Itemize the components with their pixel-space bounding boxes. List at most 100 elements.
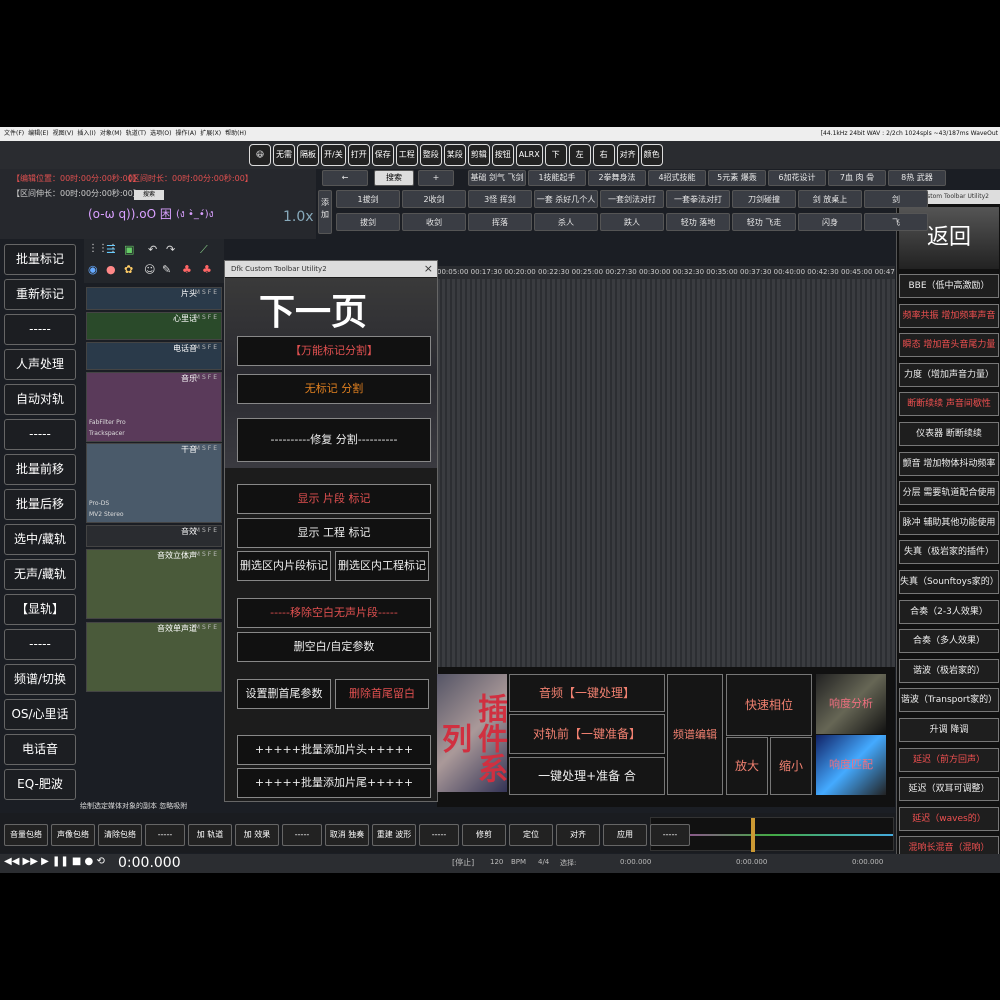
toolbar-icon-7[interactable]: 整段 [419,144,442,166]
dialog-button-2[interactable]: ----------修复 分割---------- [237,418,431,462]
selection-length[interactable]: 0:00.000 [852,858,883,866]
right-button-14[interactable]: 谐波（Transport家的） [899,688,999,713]
dialog-button-10[interactable]: 删除首尾留白 [335,679,429,709]
bottom-button-8[interactable]: 重建 波形 [372,824,416,846]
track-6[interactable]: 音效立体声 MSFE [86,549,222,619]
tag-row3-6[interactable]: 轻功 飞走 [732,213,796,231]
quick-phase-button[interactable]: 快速相位 [726,674,812,736]
tag-row2-5[interactable]: 一套拳法对打 [666,190,730,208]
toolbar-icon-2[interactable]: 隔板 [297,144,319,166]
left-button-14[interactable]: 电话音 [4,734,76,765]
track-controls[interactable]: MSFE [195,527,219,534]
dialog-button-6[interactable]: 删选区内工程标记 [335,551,429,581]
left-button-4[interactable]: 自动对轨 [4,384,76,415]
zoom-out-button[interactable]: 缩小 [770,737,812,795]
bottom-button-0[interactable]: 音量包络 [4,824,48,846]
time-signature[interactable]: 4/4 [538,858,549,866]
gear-icon[interactable]: ✿ [124,263,133,276]
tag-row1-0[interactable]: 基础 剑气 飞剑 [468,170,526,186]
toolbar-icon-10[interactable]: 按钮 [491,144,514,166]
globe-icon[interactable]: ◉ [88,263,98,276]
toolbar-icon-13[interactable]: 左 [568,144,591,166]
tag-row1-1[interactable]: 1技能起手 [528,170,586,186]
plugin-series-art[interactable]: 插件系列 [436,674,507,792]
bottom-button-13[interactable]: 应用 [603,824,647,846]
menu-item-7[interactable]: 操作(A) [176,127,197,141]
bpm-value[interactable]: 120 [490,858,503,866]
tag-row3-1[interactable]: 收剑 [402,213,466,231]
track-3[interactable]: 音乐 MSFE FabFilter Pro Trackspacer [86,372,222,442]
toolbar-icon-8[interactable]: 某段 [443,144,466,166]
right-button-8[interactable]: 脉冲 辅助其他功能使用 [899,510,999,535]
bottom-button-3[interactable]: ----- [145,824,185,846]
bottom-button-5[interactable]: 加 效果 [235,824,279,846]
left-button-15[interactable]: EQ-肥波 [4,769,76,800]
track-fx-fx1[interactable]: FabFilter Pro [89,419,126,426]
right-button-15[interactable]: 升调 降调 [899,718,999,742]
envelope-icon[interactable]: ⟋ [200,243,208,257]
right-button-7[interactable]: 分层 需要轨道配合使用 [899,481,999,506]
tag-row3-5[interactable]: 轻功 落地 [666,213,730,231]
right-button-12[interactable]: 合奏（多人效果） [899,629,999,654]
track-2[interactable]: 电话音 MSFE [86,342,222,370]
dialog-button-4[interactable]: 显示 工程 标记 [237,518,431,548]
bottom-button-11[interactable]: 定位 [509,824,553,846]
menu-item-4[interactable]: 对象(M) [100,127,122,141]
left-button-10[interactable]: 【显轨】 [4,594,76,625]
tag-row3-7[interactable]: 闪身 [798,213,862,231]
timeline-grid[interactable] [437,266,895,676]
left-button-8[interactable]: 选中/藏轨 [4,524,76,555]
bottom-button-10[interactable]: 修剪 [462,824,506,846]
menu-item-0[interactable]: 文件(F) [4,127,24,141]
timeline-ruler[interactable]: 00:05:00 00:17:30 00:20:00 00:22:30 00:2… [437,266,895,279]
track-4[interactable]: 干音 MSFE Pro-DS MV2 Stereo [86,443,222,523]
right-button-1[interactable]: 频率共振 增加频率声音 [899,303,999,328]
bottom-button-1[interactable]: 声像包络 [51,824,95,846]
mushroom-icon[interactable]: ♣ [182,263,192,276]
right-button-9[interactable]: 失真（极岩家的插件） [899,540,999,565]
toolbar-icon-4[interactable]: 打开 [347,144,370,166]
tag-row3-4[interactable]: 跌人 [600,213,664,231]
toolbar-icon-6[interactable]: 工程 [395,144,418,166]
track-5[interactable]: 音效 MSFE [86,525,222,547]
track-controls[interactable]: MSFE [195,289,219,296]
track-1[interactable]: 心里话 MSFE [86,312,222,340]
tag-row1-6[interactable]: 7血 肉 骨 [828,170,886,186]
right-button-13[interactable]: 谐波（极岩家的） [899,658,999,683]
menu-item-5[interactable]: 轨道(T) [126,127,146,141]
toolbar-icon-3[interactable]: 开/关 [321,144,346,166]
tag-row2-6[interactable]: 刀剑碰撞 [732,190,796,208]
back-arrow-button[interactable]: ← [322,170,368,186]
tag-row2-2[interactable]: 3怪 挥剑 [468,190,532,208]
toolbar-icon-14[interactable]: 右 [592,144,615,166]
left-button-7[interactable]: 批量后移 [4,489,76,520]
robot-icon[interactable]: ☺ [144,263,155,276]
left-button-0[interactable]: 批量标记 [4,244,76,275]
tag-row3-3[interactable]: 杀人 [534,213,598,231]
toolbar-icon-0[interactable]: 😃 [249,144,271,166]
tag-row3-0[interactable]: 拔剑 [336,213,400,231]
left-button-2[interactable]: ----- [4,314,76,345]
toolbar-icon-11[interactable]: ALRX [515,144,543,166]
bottom-button-6[interactable]: ----- [282,824,322,846]
dialog-button-12[interactable]: +++++批量添加片尾+++++ [237,768,431,798]
tag-row1-7[interactable]: 8热 武器 [888,170,946,186]
track-controls[interactable]: MSFE [195,445,219,452]
dialog-button-7[interactable]: -----移除空白无声片段----- [237,598,431,628]
tag-row2-7[interactable]: 剑 放桌上 [798,190,862,208]
loudness-match-button[interactable]: 响度匹配 [816,735,886,795]
track-7[interactable]: 音效单声道 MSFE [86,622,222,692]
mixer-icon[interactable]: ▣ [124,243,134,256]
tag-row1-4[interactable]: 5元素 爆轰 [708,170,766,186]
info-search-button[interactable]: 搜索 [134,190,164,200]
menu-item-2[interactable]: 视图(V) [53,127,74,141]
track-controls[interactable]: MSFE [195,374,219,381]
selection-end[interactable]: 0:00.000 [736,858,767,866]
next-page-button[interactable]: 下一页 [259,283,367,335]
right-button-18[interactable]: 延迟（waves的） [899,806,999,831]
tag-row2-4[interactable]: 一套剑法对打 [600,190,664,208]
left-button-5[interactable]: ----- [4,419,76,450]
right-button-3[interactable]: 力度（增加声音力量） [899,362,999,387]
dialog-button-5[interactable]: 删选区内片段标记 [237,551,331,581]
track-controls[interactable]: MSFE [195,344,219,351]
